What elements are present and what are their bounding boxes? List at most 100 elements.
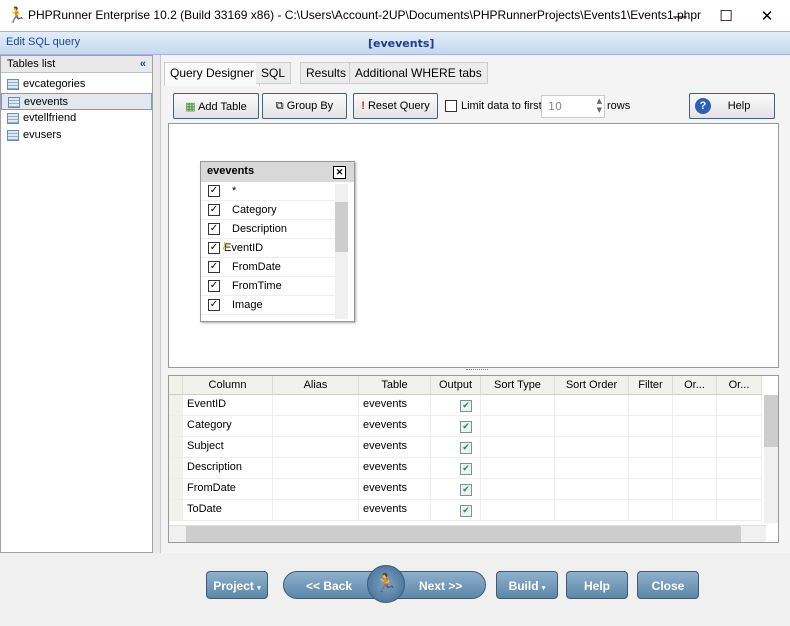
grid-header-cell[interactable]: Or...	[673, 376, 717, 395]
grid-cell[interactable]	[273, 500, 359, 521]
field-checkbox[interactable]: ✓	[208, 185, 220, 197]
grid-cell[interactable]	[673, 437, 717, 458]
scroll-thumb[interactable]	[186, 526, 741, 542]
grid-header-cell[interactable]: Or...	[717, 376, 762, 395]
grid-cell[interactable]: Description	[183, 458, 273, 479]
grid-cell[interactable]: Category	[183, 416, 273, 437]
field-checkbox[interactable]: ✓	[208, 242, 220, 254]
scroll-thumb[interactable]	[764, 395, 778, 447]
grid-cell[interactable]	[717, 458, 762, 479]
next-button[interactable]: Next >>	[419, 579, 462, 593]
grid-cell[interactable]	[273, 458, 359, 479]
output-checkbox[interactable]: ✔	[460, 505, 472, 517]
table-item-evcategories[interactable]: evcategories	[1, 76, 152, 93]
grid-header-cell[interactable]: Alias	[273, 376, 359, 395]
grid-cell[interactable]	[555, 416, 629, 437]
close-table-icon[interactable]: ✕	[333, 166, 346, 179]
table-field-row[interactable]: ✓ Image	[201, 296, 336, 315]
row-selector[interactable]	[169, 479, 183, 500]
field-checkbox[interactable]: ✓	[208, 204, 220, 216]
output-checkbox[interactable]: ✔	[460, 400, 472, 412]
table-field-row[interactable]: ✓ *	[201, 182, 336, 201]
grid-cell[interactable]: ToDate	[183, 500, 273, 521]
grid-cell[interactable]	[273, 395, 359, 416]
grid-cell[interactable]	[629, 437, 673, 458]
table-item-evusers[interactable]: evusers	[1, 127, 152, 144]
table-field-row[interactable]: ✓ Category	[201, 201, 336, 220]
grid-cell[interactable]: evevents	[359, 479, 431, 500]
grid-horizontal-scrollbar[interactable]	[169, 525, 766, 542]
field-checkbox[interactable]: ✓	[208, 299, 220, 311]
field-checkbox[interactable]: ✓	[208, 261, 220, 273]
output-checkbox[interactable]: ✔	[460, 484, 472, 496]
grid-cell[interactable]: evevents	[359, 458, 431, 479]
grid-cell[interactable]	[481, 479, 555, 500]
table-field-row[interactable]: ✓ Description	[201, 220, 336, 239]
grid-cell[interactable]	[629, 395, 673, 416]
group-by-button[interactable]: ⧉ Group By	[262, 93, 347, 119]
grid-cell[interactable]: evevents	[359, 395, 431, 416]
table-item-evevents[interactable]: evevents	[1, 93, 152, 110]
table-box-evevents[interactable]: evevents ✕ ✓ * ✓ Category ✓ Description ✓ ⚷ Event…	[200, 161, 355, 322]
maximize-button[interactable]: ☐	[703, 4, 749, 28]
grid-cell[interactable]	[431, 479, 481, 500]
grid-cell[interactable]	[273, 437, 359, 458]
table-item-evtellfriend[interactable]: evtellfriend	[1, 110, 152, 127]
grid-cell[interactable]	[481, 437, 555, 458]
back-button[interactable]: << Back	[306, 579, 352, 593]
field-checkbox[interactable]: ✓	[208, 223, 220, 235]
close-button[interactable]: Close	[637, 571, 699, 599]
grid-header-cell[interactable]: Sort Type	[481, 376, 555, 395]
grid-cell[interactable]	[629, 458, 673, 479]
grid-cell[interactable]	[273, 416, 359, 437]
row-selector[interactable]	[169, 395, 183, 416]
tab-additional-where[interactable]: Additional WHERE tabs	[349, 62, 488, 84]
grid-header-cell[interactable]: Output	[431, 376, 481, 395]
grid-cell[interactable]	[273, 479, 359, 500]
grid-cell[interactable]	[673, 458, 717, 479]
table-box-header[interactable]: evevents ✕	[201, 162, 354, 182]
tab-results[interactable]: Results	[300, 62, 353, 84]
row-selector[interactable]	[169, 416, 183, 437]
project-button[interactable]: Project ▾	[206, 571, 268, 599]
tab-sql[interactable]: SQL	[256, 62, 292, 84]
grid-cell[interactable]	[431, 395, 481, 416]
grid-cell[interactable]: evevents	[359, 416, 431, 437]
grid-cell[interactable]	[717, 437, 762, 458]
row-selector[interactable]	[169, 458, 183, 479]
grid-cell[interactable]	[555, 395, 629, 416]
minimize-button[interactable]: —	[657, 4, 703, 28]
table-field-row[interactable]: ✓ ⚷ EventID	[201, 239, 336, 258]
grid-cell[interactable]	[673, 416, 717, 437]
canvas-splitter-grip[interactable]	[466, 369, 488, 373]
grid-cell[interactable]	[673, 395, 717, 416]
output-checkbox[interactable]: ✔	[460, 463, 472, 475]
collapse-icon[interactable]: «	[140, 58, 146, 70]
grid-cell[interactable]	[717, 500, 762, 521]
grid-cell[interactable]	[481, 416, 555, 437]
grid-cell[interactable]	[431, 416, 481, 437]
reset-query-button[interactable]: ! Reset Query	[353, 93, 438, 119]
grid-cell[interactable]	[629, 500, 673, 521]
grid-cell[interactable]	[629, 416, 673, 437]
grid-cell[interactable]	[555, 479, 629, 500]
table-field-row[interactable]: ✓ FromDate	[201, 258, 336, 277]
add-table-button[interactable]: ▦ Add Table	[173, 93, 259, 119]
help-button[interactable]: Help	[566, 571, 628, 599]
grid-cell[interactable]	[555, 458, 629, 479]
grid-cell[interactable]	[555, 500, 629, 521]
grid-cell[interactable]: evevents	[359, 437, 431, 458]
grid-cell[interactable]	[717, 416, 762, 437]
grid-cell[interactable]: EventID	[183, 395, 273, 416]
scroll-thumb[interactable]	[335, 202, 348, 252]
table-field-row[interactable]: ✓ FromTime	[201, 277, 336, 296]
panel-splitter[interactable]	[153, 55, 160, 553]
spin-arrows-icon[interactable]: ▲ ▼	[597, 97, 602, 115]
limit-value[interactable]: 10	[548, 100, 562, 113]
row-selector[interactable]	[169, 500, 183, 521]
close-window-button[interactable]: ✕	[744, 4, 790, 28]
output-checkbox[interactable]: ✔	[460, 442, 472, 454]
grid-cell[interactable]	[629, 479, 673, 500]
grid-cell[interactable]	[431, 500, 481, 521]
grid-cell[interactable]	[481, 500, 555, 521]
